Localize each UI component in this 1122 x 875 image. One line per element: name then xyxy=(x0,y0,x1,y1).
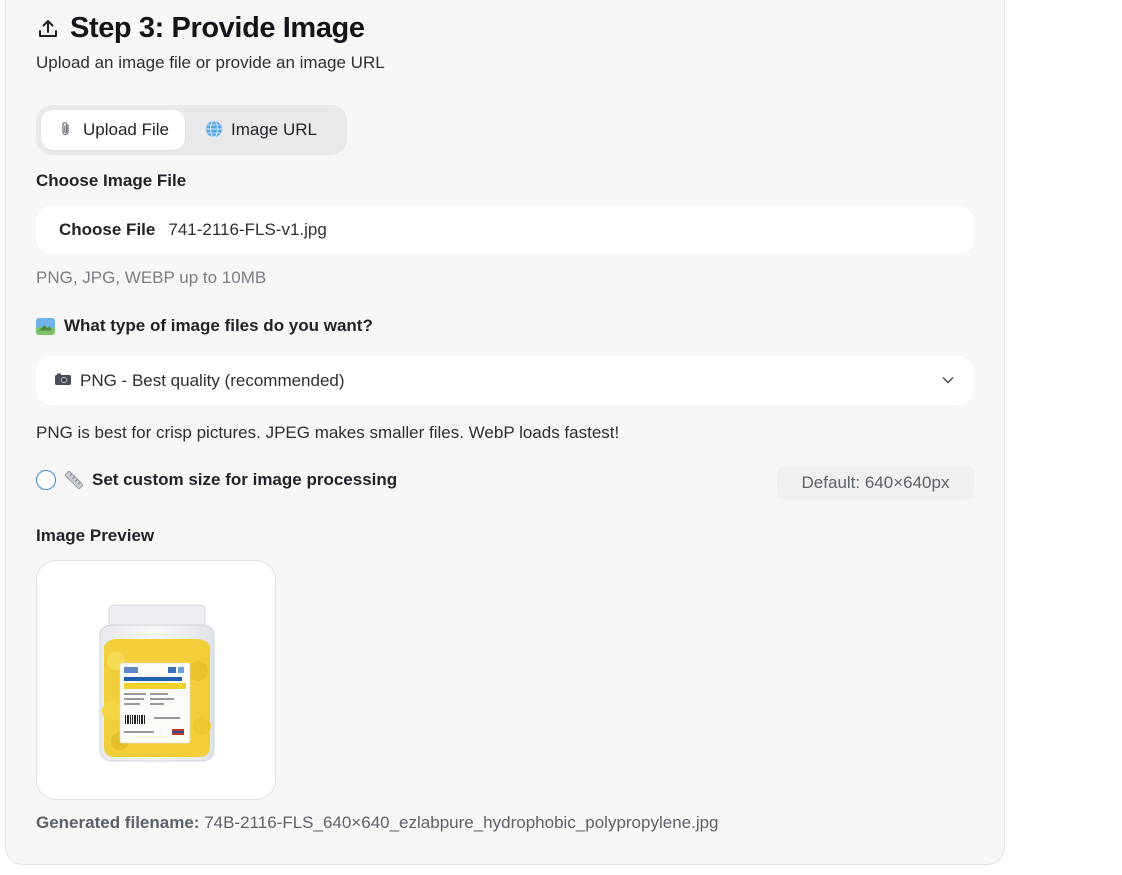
paperclip-icon xyxy=(57,121,75,140)
generated-filename-label: Generated filename: xyxy=(36,813,200,832)
product-jar-image xyxy=(99,604,215,762)
camera-icon xyxy=(54,372,72,389)
custom-size-label: Set custom size for image processing xyxy=(92,470,398,489)
ruler-icon xyxy=(65,471,83,489)
file-input[interactable]: Choose File 741-2116-FLS-v1.jpg xyxy=(36,206,974,254)
source-tabs: Upload File Image URL xyxy=(36,105,347,155)
format-question: What type of image files do you want? xyxy=(36,316,373,336)
format-question-text: What type of image files do you want? xyxy=(64,316,373,335)
custom-size-row: Set custom size for image processing xyxy=(36,470,397,490)
default-size-badge: Default: 640×640px xyxy=(777,466,974,500)
page-subtitle: Upload an image file or provide an image… xyxy=(36,53,385,72)
tab-upload-file[interactable]: Upload File xyxy=(41,110,185,150)
tab-upload-file-label: Upload File xyxy=(83,120,169,139)
tab-image-url-label: Image URL xyxy=(231,120,317,139)
tab-image-url[interactable]: Image URL xyxy=(189,110,333,150)
page-title: Step 3: Provide Image xyxy=(70,12,365,44)
selected-file-name: 741-2116-FLS-v1.jpg xyxy=(168,220,327,239)
upload-icon xyxy=(39,19,57,37)
generated-filename-value: 74B-2116-FLS_640×640_ezlabpure_hydrophob… xyxy=(204,813,719,832)
preview-label: Image Preview xyxy=(36,526,155,545)
step-header: Step 3: Provide Image xyxy=(36,12,365,45)
choose-file-button[interactable]: Choose File xyxy=(59,220,155,240)
picture-icon xyxy=(36,317,55,335)
custom-size-checkbox[interactable] xyxy=(36,470,56,490)
file-hint: PNG, JPG, WEBP up to 10MB xyxy=(36,268,267,287)
format-select[interactable]: PNG - Best quality (recommended) xyxy=(36,356,974,405)
generated-filename: Generated filename: 74B-2116-FLS_640×640… xyxy=(36,813,719,833)
globe-icon xyxy=(205,120,223,141)
format-selected-value: PNG - Best quality (recommended) xyxy=(80,370,345,390)
image-preview xyxy=(36,560,276,800)
format-note: PNG is best for crisp pictures. JPEG mak… xyxy=(36,423,620,442)
chevron-down-icon xyxy=(942,377,954,384)
file-input-label: Choose Image File xyxy=(36,171,187,190)
